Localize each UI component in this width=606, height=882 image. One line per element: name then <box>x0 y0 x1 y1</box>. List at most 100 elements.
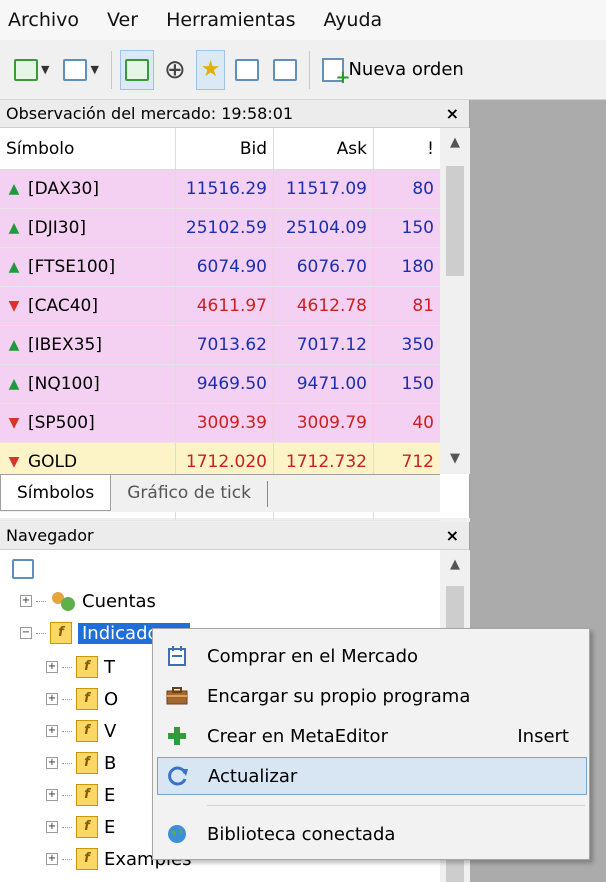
expand-icon[interactable]: + <box>46 789 58 801</box>
expand-icon[interactable]: + <box>46 757 58 769</box>
table-row[interactable]: ▲ [IBEX35] 7013.62 7017.12 350 <box>0 326 440 365</box>
menu-archivo[interactable]: Archivo <box>8 9 79 31</box>
tree-item-sub[interactable]: + f V <box>46 716 116 746</box>
profiles-button[interactable]: ▼ <box>59 50 102 90</box>
strategy-tester-button[interactable] <box>269 50 301 90</box>
scroll-up-icon[interactable]: ▲ <box>440 550 470 580</box>
table-row[interactable]: ▲ [NQ100] 9469.50 9471.00 150 <box>0 365 440 404</box>
close-icon[interactable]: × <box>446 104 459 123</box>
symbol-name: [SP500] <box>28 413 95 433</box>
data-window-button[interactable]: ⊕ <box>160 50 190 90</box>
menu-herramientas[interactable]: Herramientas <box>166 9 295 31</box>
spread-cell: 81 <box>412 296 434 316</box>
tab-tick-chart[interactable]: Gráfico de tick <box>111 475 267 511</box>
terminal-icon <box>235 58 260 81</box>
market-watch-icon <box>124 58 149 81</box>
tree-item-sub[interactable]: + f O <box>46 684 118 714</box>
ask-cell: 11517.09 <box>274 170 374 208</box>
market-watch-panel: Observación del mercado: 19:58:01 × Símb… <box>0 100 470 521</box>
tree-item-sub[interactable]: + f T <box>46 652 115 682</box>
tree-connector <box>62 730 72 732</box>
menu-item-buy-market[interactable]: Comprar en el Mercado <box>157 637 587 675</box>
bid-cell: 6074.90 <box>176 248 274 286</box>
table-body: ▲ [DAX30] 11516.29 11517.09 80 ▲ [DJI30] 25102.… <box>0 170 440 521</box>
menu-item-create-metaeditor[interactable]: Crear en MetaEditor Insert <box>157 717 587 755</box>
market-watch-button[interactable] <box>119 49 154 90</box>
scroll-thumb[interactable] <box>446 166 464 276</box>
symbol-name: [DAX30] <box>28 179 99 199</box>
ask-cell: 3009.79 <box>274 404 374 442</box>
tree-item-sub[interactable]: + f B <box>46 748 116 778</box>
tree-connector <box>36 600 46 602</box>
context-menu: Comprar en el Mercado Encargar su propio… <box>152 628 590 860</box>
tree-connector <box>62 762 72 764</box>
table-row[interactable]: ▲ [DAX30] 11516.29 11517.09 80 <box>0 170 440 209</box>
menu-separator <box>207 805 585 806</box>
expand-icon[interactable]: + <box>20 595 32 607</box>
tree-item-accounts[interactable]: + Cuentas <box>20 586 156 616</box>
terminal-button[interactable] <box>231 50 263 90</box>
profiles-icon <box>63 58 88 81</box>
table-row[interactable]: ▼ [CAC40] 4611.97 4612.78 81 <box>0 287 440 326</box>
tree-root[interactable] <box>12 554 34 584</box>
menu-ver[interactable]: Ver <box>107 9 138 31</box>
expand-icon[interactable]: + <box>46 725 58 737</box>
market-watch-titlebar: Observación del mercado: 19:58:01 × <box>0 100 469 128</box>
spread-cell: 40 <box>412 413 434 433</box>
column-header-ask[interactable]: Ask <box>274 128 374 169</box>
spread-cell: 80 <box>412 179 434 199</box>
tab-symbols[interactable]: Símbolos <box>0 475 112 511</box>
terminal-root-icon <box>12 559 34 579</box>
tree-connector <box>62 858 72 860</box>
accounts-icon <box>50 590 76 612</box>
spread-cell: 150 <box>401 374 434 394</box>
market-watch-title: Observación del mercado: 19:58:01 <box>6 104 294 123</box>
table-row[interactable]: ▲ [DJI30] 25102.59 25104.09 150 <box>0 209 440 248</box>
symbol-name: GOLD <box>28 452 78 472</box>
navigator-button[interactable]: ★ <box>195 49 226 90</box>
symbol-cell: ▼ [CAC40] <box>0 287 176 325</box>
new-order-button[interactable]: Nueva orden <box>318 50 467 90</box>
scroll-up-icon[interactable]: ▲ <box>440 128 470 158</box>
indicator-folder-icon: f <box>50 622 72 644</box>
column-header-spread[interactable]: ! <box>374 128 440 169</box>
expand-icon[interactable]: + <box>46 693 58 705</box>
menu-item-order-program[interactable]: Encargar su propio programa <box>157 677 587 715</box>
bid-cell: 25102.59 <box>176 209 274 247</box>
tree-item-sub[interactable]: + f E <box>46 812 115 842</box>
tree-connector <box>62 698 72 700</box>
expand-icon[interactable]: + <box>46 853 58 865</box>
spread-cell: 350 <box>401 335 434 355</box>
expand-icon[interactable]: + <box>46 661 58 673</box>
tree-item-sub[interactable]: + f E <box>46 780 115 810</box>
collapse-icon[interactable]: − <box>20 627 32 639</box>
menu-ayuda[interactable]: Ayuda <box>323 9 382 31</box>
close-icon[interactable]: × <box>446 526 459 545</box>
arrow-up-icon: ▲ <box>8 181 20 197</box>
tester-icon <box>273 58 298 81</box>
arrow-up-icon: ▲ <box>8 259 20 275</box>
table-row[interactable]: ▼ [SP500] 3009.39 3009.79 40 <box>0 404 440 443</box>
scroll-down-icon[interactable]: ▼ <box>440 444 470 474</box>
symbol-name: [IBEX35] <box>28 335 102 355</box>
menu-item-shortcut: Insert <box>517 725 569 747</box>
navigator-star-icon: ★ <box>200 56 221 82</box>
ask-cell: 25104.09 <box>274 209 374 247</box>
column-header-bid[interactable]: Bid <box>176 128 274 169</box>
new-chart-button[interactable]: ▼ <box>10 50 53 90</box>
market-watch-scrollbar[interactable]: ▲ ▼ <box>440 128 470 474</box>
navigator-title: Navegador <box>6 526 94 545</box>
menu-item-refresh[interactable]: Actualizar <box>157 757 587 795</box>
expand-icon[interactable]: + <box>46 821 58 833</box>
arrow-down-icon: ▼ <box>8 415 20 431</box>
custom-indicator-icon: f <box>76 784 98 806</box>
table-row[interactable]: ▲ [FTSE100] 6074.90 6076.70 180 <box>0 248 440 287</box>
symbol-cell: ▲ [IBEX35] <box>0 326 176 364</box>
briefcase-icon <box>157 687 197 705</box>
menu-item-label: Actualizar <box>208 765 298 787</box>
column-header-symbol[interactable]: Símbolo <box>0 128 176 169</box>
ask-cell: 4612.78 <box>274 287 374 325</box>
symbol-cell: ▲ [DAX30] <box>0 170 176 208</box>
arrow-up-icon: ▲ <box>8 220 20 236</box>
menu-item-connected-library[interactable]: Biblioteca conectada <box>157 815 587 853</box>
